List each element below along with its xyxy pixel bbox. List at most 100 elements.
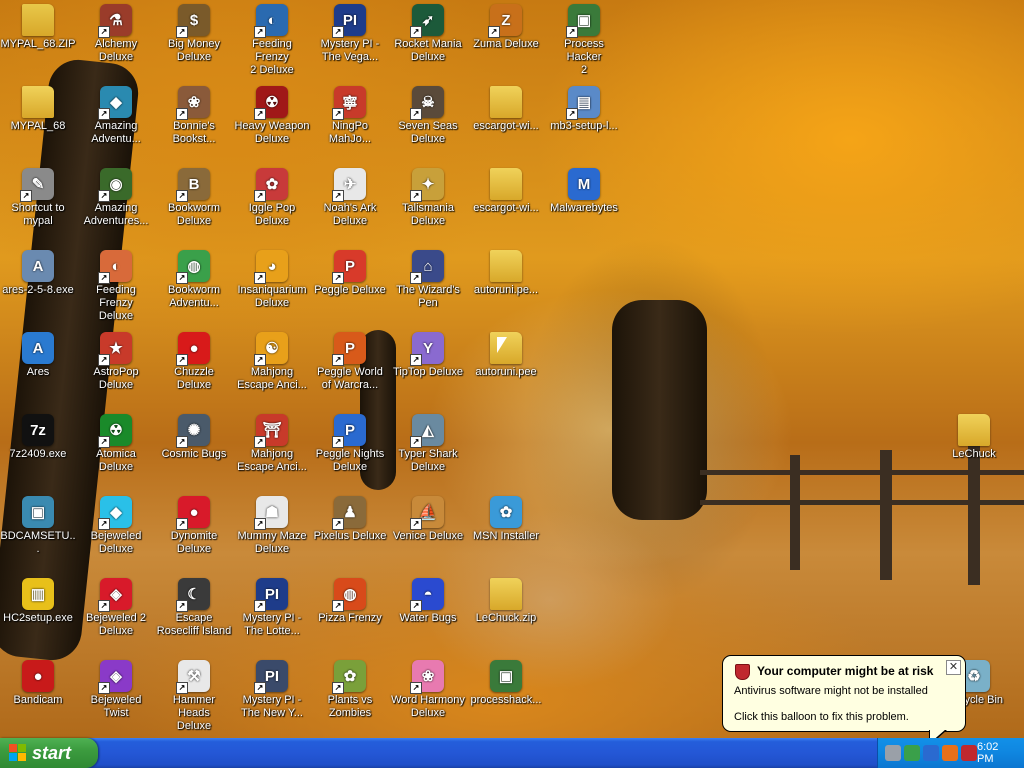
desktop-icon-escargot-1[interactable]: escargot-wi... [467, 84, 545, 164]
balloon-close-button[interactable]: ✕ [946, 660, 961, 675]
desktop-icon-wizards-pen[interactable]: ⌂ ↗ The Wizard's Pen [389, 248, 467, 328]
mystery-pi-new-icon: PI ↗ [254, 660, 288, 694]
desktop-icon-insaniquarium[interactable]: ◕ ↗ Insaniquarium Deluxe [233, 248, 311, 328]
desktop-icon-label: Bejeweled 2 Deluxe [86, 612, 146, 637]
desktop-icon-ares[interactable]: A Ares [0, 330, 77, 410]
desktop-icon-mystery-pi-vegas[interactable]: PI ↗ Mystery PI - The Vega... [311, 2, 389, 82]
desktop-icon-alchemy[interactable]: ⚗ ↗ Alchemy Deluxe [77, 2, 155, 82]
shortcut-arrow-icon: ↗ [176, 190, 188, 202]
desktop-icon-seven-seas[interactable]: ☠ ↗ Seven Seas Deluxe [389, 84, 467, 164]
shortcut-arrow-icon: ↗ [410, 190, 422, 202]
folder-icon [22, 4, 54, 36]
desktop-icon-escape-rosecliff[interactable]: ☾ ↗ Escape Rosecliff Island [155, 576, 233, 656]
desktop-icon-heavy-weapon[interactable]: ☢ ↗ Heavy Weapon Deluxe [233, 84, 311, 164]
desktop-icon-tiptop[interactable]: Y ↗ TipTop Deluxe [389, 330, 467, 410]
desktop-icon-mystery-pi-new[interactable]: PI ↗ Mystery PI - The New Y... [233, 658, 311, 738]
shortcut-arrow-icon: ↗ [410, 108, 422, 120]
desktop-icon-shortcut-mypal[interactable]: ✎ ↗ Shortcut to mypal [0, 166, 77, 246]
desktop-icon-chuzzle[interactable]: ● ↗ Chuzzle Deluxe [155, 330, 233, 410]
desktop-icon-escargot-2[interactable]: escargot-wi... [467, 166, 545, 246]
desktop-icon-dynomite[interactable]: ● ↗ Dynomite Deluxe [155, 494, 233, 574]
desktop-icon-zuma[interactable]: Z ↗ Zuma Deluxe [467, 2, 545, 82]
update-icon[interactable] [904, 745, 920, 761]
desktop-icon-process-hacker[interactable]: ▣ ↗ Process Hacker 2 [545, 2, 623, 82]
desktop-icon-talismania[interactable]: ✦ ↗ Talismania Deluxe [389, 166, 467, 246]
desktop-icon-mahjong-2[interactable]: ⛩ ↗ Mahjong Escape Anci... [233, 412, 311, 492]
network-icon[interactable] [885, 745, 901, 761]
security-alert-balloon[interactable]: Your computer might be at risk ✕ Antivir… [722, 655, 966, 738]
desktop-icon-label: Rocket Mania Deluxe [394, 38, 462, 63]
desktop-icon-processhacker[interactable]: ▣ processhack... [467, 658, 545, 738]
desktop-icon-label: escargot-wi... [473, 202, 539, 214]
desktop-icon-bdcam-setup[interactable]: ▣ BDCAMSETU... [0, 494, 77, 574]
alchemy-icon: ⚗ ↗ [98, 4, 132, 38]
desktop-icon-atomica[interactable]: ☢ ↗ Atomica Deluxe [77, 412, 155, 492]
desktop-icon-peggle-nights[interactable]: P ↗ Peggle Nights Deluxe [311, 412, 389, 492]
wallpaper-fence-post [880, 450, 892, 580]
desktop-icon-ares-exe[interactable]: Aares-2-5-8.exe [0, 248, 77, 328]
desktop-icon-label: ares-2-5-8.exe [2, 284, 74, 296]
shortcut-arrow-icon: ↗ [176, 108, 188, 120]
desktop-icon-pizza-frenzy[interactable]: ◍ ↗ Pizza Frenzy [311, 576, 389, 656]
security-shield-icon[interactable] [961, 745, 977, 761]
desktop-icon-iggle-pop[interactable]: ✿ ↗ Iggle Pop Deluxe [233, 166, 311, 246]
desktop-icon-bejeweled-twist[interactable]: ◈ ↗ Bejeweled Twist [77, 658, 155, 738]
desktop-icon-bonnies[interactable]: ❀ ↗ Bonnie's Bookst... [155, 84, 233, 164]
malwarebytes-tray-icon[interactable] [923, 745, 939, 761]
desktop-icon-plants-zombies[interactable]: ✿ ↗ Plants vs Zombies [311, 658, 389, 738]
desktop-icon-mahjong-1[interactable]: ☯ ↗ Mahjong Escape Anci... [233, 330, 311, 410]
ares-icon: A [22, 332, 54, 364]
desktop-icon-noahs-ark[interactable]: ✈ ↗ Noah's Ark Deluxe [311, 166, 389, 246]
desktop-icon-bandicam[interactable]: ● Bandicam [0, 658, 77, 738]
bejeweled-twist-icon: ◈ ↗ [98, 660, 132, 694]
desktop[interactable]: MYPAL_68.ZIP ⚗ ↗ Alchemy Deluxe $ ↗ Big Money … [0, 0, 1024, 738]
desktop-icon-hammer-heads[interactable]: ⚒ ↗ Hammer Heads Deluxe [155, 658, 233, 738]
firefox-tray-icon[interactable] [942, 745, 958, 761]
desktop-icon-hc2setup[interactable]: ▥ HC2setup.exe [0, 576, 77, 656]
start-label: start [32, 742, 72, 763]
desktop-icon-autoruni-1[interactable]: autoruni.pe... [467, 248, 545, 328]
tray-icon-group [882, 745, 977, 761]
desktop-icon-msn-installer[interactable]: ✿ MSN Installer [467, 494, 545, 574]
desktop-icon-label: Dynomite Deluxe [170, 530, 218, 555]
desktop-icon-amazing-adv-2[interactable]: ◉ ↗ Amazing Adventures... [77, 166, 155, 246]
shortcut-arrow-icon: ↗ [332, 436, 344, 448]
desktop-icon-lechuck-zip[interactable]: LeChuck.zip [467, 576, 545, 656]
desktop-icon-astropop[interactable]: ★ ↗ AstroPop Deluxe [77, 330, 155, 410]
desktop-icon-bejeweled[interactable]: ◆ ↗ Bejeweled Deluxe [77, 494, 155, 574]
desktop-icon-water-bugs[interactable]: ◓ ↗ Water Bugs [389, 576, 467, 656]
desktop-icon-big-money[interactable]: $ ↗ Big Money Deluxe [155, 2, 233, 82]
desktop-icon-mystery-pi-lotto[interactable]: PI ↗ Mystery PI - The Lotte... [233, 576, 311, 656]
desktop-icon-ningpo[interactable]: 寧 ↗ NingPo MahJo... [311, 84, 389, 164]
desktop-icon-label: Mystery PI - The Lotte... [242, 612, 302, 637]
desktop-icon-cosmic-bugs[interactable]: ✺ ↗ Cosmic Bugs [155, 412, 233, 492]
desktop-icon-word-harmony[interactable]: ❀ ↗ Word Harmony Deluxe [389, 658, 467, 738]
bookworm-icon: B ↗ [176, 168, 210, 202]
desktop-icon-mummy-maze[interactable]: ☗ ↗ Mummy Maze Deluxe [233, 494, 311, 574]
shortcut-arrow-icon: ↗ [254, 682, 266, 694]
folder-icon [958, 414, 990, 446]
desktop-icon-rocket-mania[interactable]: ➶ ↗ Rocket Mania Deluxe [389, 2, 467, 82]
desktop-icon-feeding-frenzy-2[interactable]: ◐ ↗ Feeding Frenzy 2 Deluxe [233, 2, 311, 82]
desktop-icon-peggle[interactable]: P ↗ Peggle Deluxe [311, 248, 389, 328]
desktop-icon-feeding-frenzy[interactable]: ◐ ↗ Feeding Frenzy Deluxe [77, 248, 155, 328]
desktop-icon-venice[interactable]: ⛵ ↗ Venice Deluxe [389, 494, 467, 574]
desktop-icon-pixelus[interactable]: ♟ ↗ Pixelus Deluxe [311, 494, 389, 574]
desktop-icon-bookworm-adv[interactable]: ◍ ↗ Bookworm Adventu... [155, 248, 233, 328]
desktop-icon-bejeweled-2[interactable]: ◈ ↗ Bejeweled 2 Deluxe [77, 576, 155, 656]
desktop-icon-typer-shark[interactable]: ◭ ↗ Typer Shark Deluxe [389, 412, 467, 492]
desktop-icon-lechuck[interactable]: LeChuck [935, 412, 1013, 492]
desktop-icon-7z2409[interactable]: 7z 7z2409.exe [0, 412, 77, 492]
mahjong-2-icon: ⛩ ↗ [254, 414, 288, 448]
desktop-icon-mypal-folder[interactable]: MYPAL_68 [0, 84, 77, 164]
desktop-icon-mypal-zip[interactable]: MYPAL_68.ZIP [0, 2, 77, 82]
desktop-icon-bookworm[interactable]: B ↗ Bookworm Deluxe [155, 166, 233, 246]
desktop-icon-mb3-setup[interactable]: ▤ ↗ mb3-setup-l... [545, 84, 623, 164]
desktop-icon-malwarebytes[interactable]: M Malwarebytes [545, 166, 623, 246]
security-shield-icon [735, 664, 750, 680]
desktop-icon-amazing-adv-1[interactable]: ◆ ↗ Amazing Adventu... [77, 84, 155, 164]
start-button[interactable]: start [0, 738, 98, 768]
desktop-icon-label: 7z2409.exe [9, 448, 67, 460]
clock[interactable]: 6:02 PM [977, 741, 1006, 765]
desktop-icon-peggle-wow[interactable]: P ↗ Peggle World of Warcra... [311, 330, 389, 410]
